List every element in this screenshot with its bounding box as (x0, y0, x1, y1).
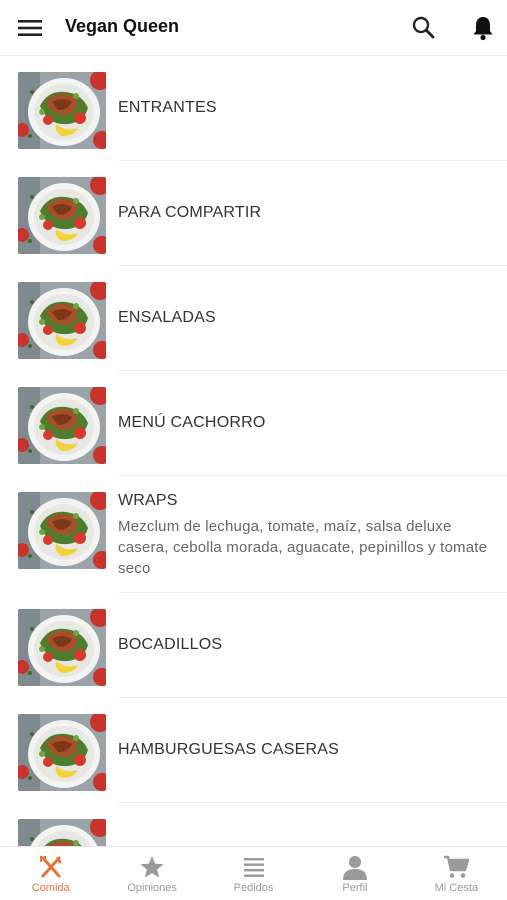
nav-tab-label: Comida (31, 882, 70, 894)
nav-tab-label: Opiniones (127, 882, 177, 894)
category-name: BOCADILLOS (118, 636, 223, 653)
nav-tab-pedidos[interactable]: Pedidos (203, 847, 304, 900)
bell-icon[interactable] (468, 13, 498, 43)
category-name: ENSALADAS (118, 309, 216, 326)
category-text: WRAPS Mezclum de lechuga, tomate, maíz, s… (118, 492, 495, 579)
category-text: PARA COMPARTIR (118, 204, 495, 222)
category-thumbnail (18, 387, 106, 464)
nav-tab-perfil[interactable]: Perfil (304, 847, 405, 900)
category-thumbnail (18, 72, 106, 149)
category-item[interactable]: WRAPS Mezclum de lechuga, tomate, maíz, s… (0, 476, 507, 593)
bottom-navigation: Comida Opiniones Pedidos Perfil Mi Cesta (0, 846, 507, 900)
nav-tab-label: Mi Cesta (434, 882, 479, 894)
category-thumbnail (18, 819, 106, 846)
category-thumbnail (18, 714, 106, 791)
nav-tab-comida[interactable]: Comida (0, 847, 101, 900)
fork-knife-icon (37, 854, 65, 880)
category-item[interactable] (0, 803, 507, 846)
nav-tab-opiniones[interactable]: Opiniones (101, 847, 202, 900)
search-icon[interactable] (409, 13, 439, 43)
hamburger-menu-icon[interactable] (14, 14, 46, 42)
category-name: WRAPS (118, 492, 178, 509)
star-icon (138, 854, 166, 880)
category-description: Mezclum de lechuga, tomate, maíz, salsa … (118, 518, 488, 577)
category-item[interactable]: HAMBURGUESAS CASERAS (0, 698, 507, 803)
category-text: ENTRANTES (118, 99, 495, 117)
person-icon (341, 854, 369, 880)
category-name: MENÚ CACHORRO (118, 414, 266, 431)
category-text: BOCADILLOS (118, 636, 495, 654)
category-name: ENTRANTES (118, 99, 217, 116)
nav-tab-label: Perfil (342, 882, 368, 894)
category-thumbnail (18, 177, 106, 254)
category-item[interactable]: PARA COMPARTIR (0, 161, 507, 266)
category-list[interactable]: ENTRANTES PARA COMPARTIR ENSALADAS MENÚ … (0, 56, 507, 846)
category-item[interactable]: BOCADILLOS (0, 593, 507, 698)
category-item[interactable]: MENÚ CACHORRO (0, 371, 507, 476)
app-title: Vegan Queen (65, 16, 180, 36)
category-text: MENÚ CACHORRO (118, 414, 495, 432)
category-item[interactable]: ENTRANTES (0, 56, 507, 161)
cart-icon (442, 854, 470, 880)
nav-tab-label: Pedidos (233, 882, 274, 894)
list-icon (240, 854, 268, 880)
category-text: HAMBURGUESAS CASERAS (118, 741, 495, 759)
nav-tab-mi-cesta[interactable]: Mi Cesta (406, 847, 507, 900)
category-thumbnail (18, 282, 106, 359)
category-text: ENSALADAS (118, 309, 495, 327)
category-name: HAMBURGUESAS CASERAS (118, 741, 339, 758)
category-item[interactable]: ENSALADAS (0, 266, 507, 371)
app-bar: Vegan Queen (0, 0, 507, 56)
category-name: PARA COMPARTIR (118, 204, 262, 221)
category-thumbnail (18, 492, 106, 569)
category-thumbnail (18, 609, 106, 686)
